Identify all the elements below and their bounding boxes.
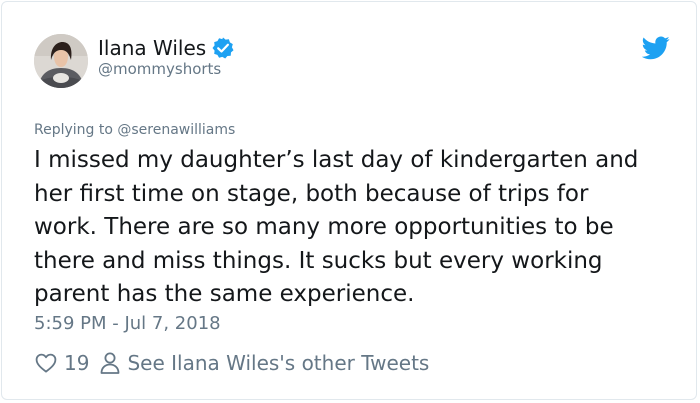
tweet-timestamp[interactable]: 5:59 PM - Jul 7, 2018: [34, 313, 221, 334]
person-icon[interactable]: [99, 351, 121, 375]
tweet-text-line: I missed my daughter’s last day of kinde…: [34, 147, 639, 173]
other-tweets-link[interactable]: See Ilana Wiles's other Tweets: [127, 351, 429, 375]
avatar-image: [34, 34, 88, 88]
tweet-actions: 19 See Ilana Wiles's other Tweets: [34, 347, 429, 379]
heart-icon[interactable]: [34, 351, 58, 375]
tweet-text-line: parent has the same experience.: [34, 281, 415, 307]
avatar[interactable]: [34, 34, 88, 88]
tweet-text-line: her first time on stage, both because of…: [34, 180, 589, 207]
reply-context[interactable]: Replying to @serenawilliams: [34, 122, 235, 138]
tweet-card: Ilana Wiles @mommyshorts Replying to @se…: [1, 1, 697, 400]
author-display-name[interactable]: Ilana Wiles: [98, 36, 206, 60]
tweet-text: I missed my daughter’s last day of kinde…: [34, 144, 684, 312]
author-name-row[interactable]: Ilana Wiles: [98, 33, 235, 63]
like-count[interactable]: 19: [64, 351, 89, 375]
author-handle[interactable]: @mommyshorts: [98, 60, 221, 78]
tweet-text-line: work. There are so many more opportuniti…: [34, 214, 614, 240]
tweet-text-line: there and miss things. It sucks but ever…: [34, 247, 603, 274]
verified-badge-icon: [211, 36, 235, 60]
twitter-bird-icon[interactable]: [641, 36, 670, 60]
